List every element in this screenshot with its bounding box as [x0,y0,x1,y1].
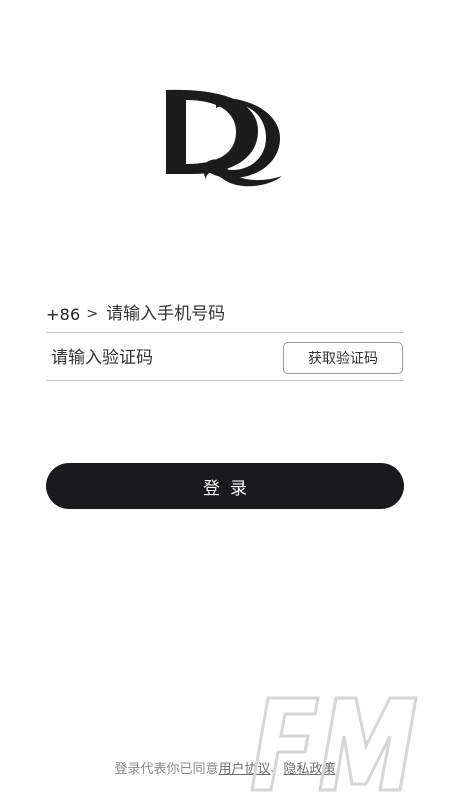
country-code: +86 [46,304,81,324]
chevron-right-icon: > [86,306,99,322]
fm-watermark-icon [250,696,418,792]
dq-logo-icon [166,89,282,187]
verification-code-input[interactable] [46,348,283,368]
agreement-prefix: 登录代表你已同意 [114,762,219,777]
login-button-label: 登录 [203,478,257,499]
watermark-logo [238,690,428,795]
agreement-separator: 、 [270,762,284,777]
agreement-text: 登录代表你已同意用户协议、隐私政策 [0,758,450,777]
phone-number-input[interactable] [106,304,404,324]
app-logo [162,86,286,190]
verification-code-row: 获取验证码 [46,336,404,381]
get-code-button[interactable]: 获取验证码 [283,342,403,374]
login-button[interactable]: 登录 [46,463,404,509]
country-code-selector[interactable]: +86 > [46,305,106,324]
user-agreement-link[interactable]: 用户协议 [218,762,270,777]
privacy-policy-link[interactable]: 隐私政策 [284,762,336,777]
phone-number-row: +86 > [46,296,404,333]
